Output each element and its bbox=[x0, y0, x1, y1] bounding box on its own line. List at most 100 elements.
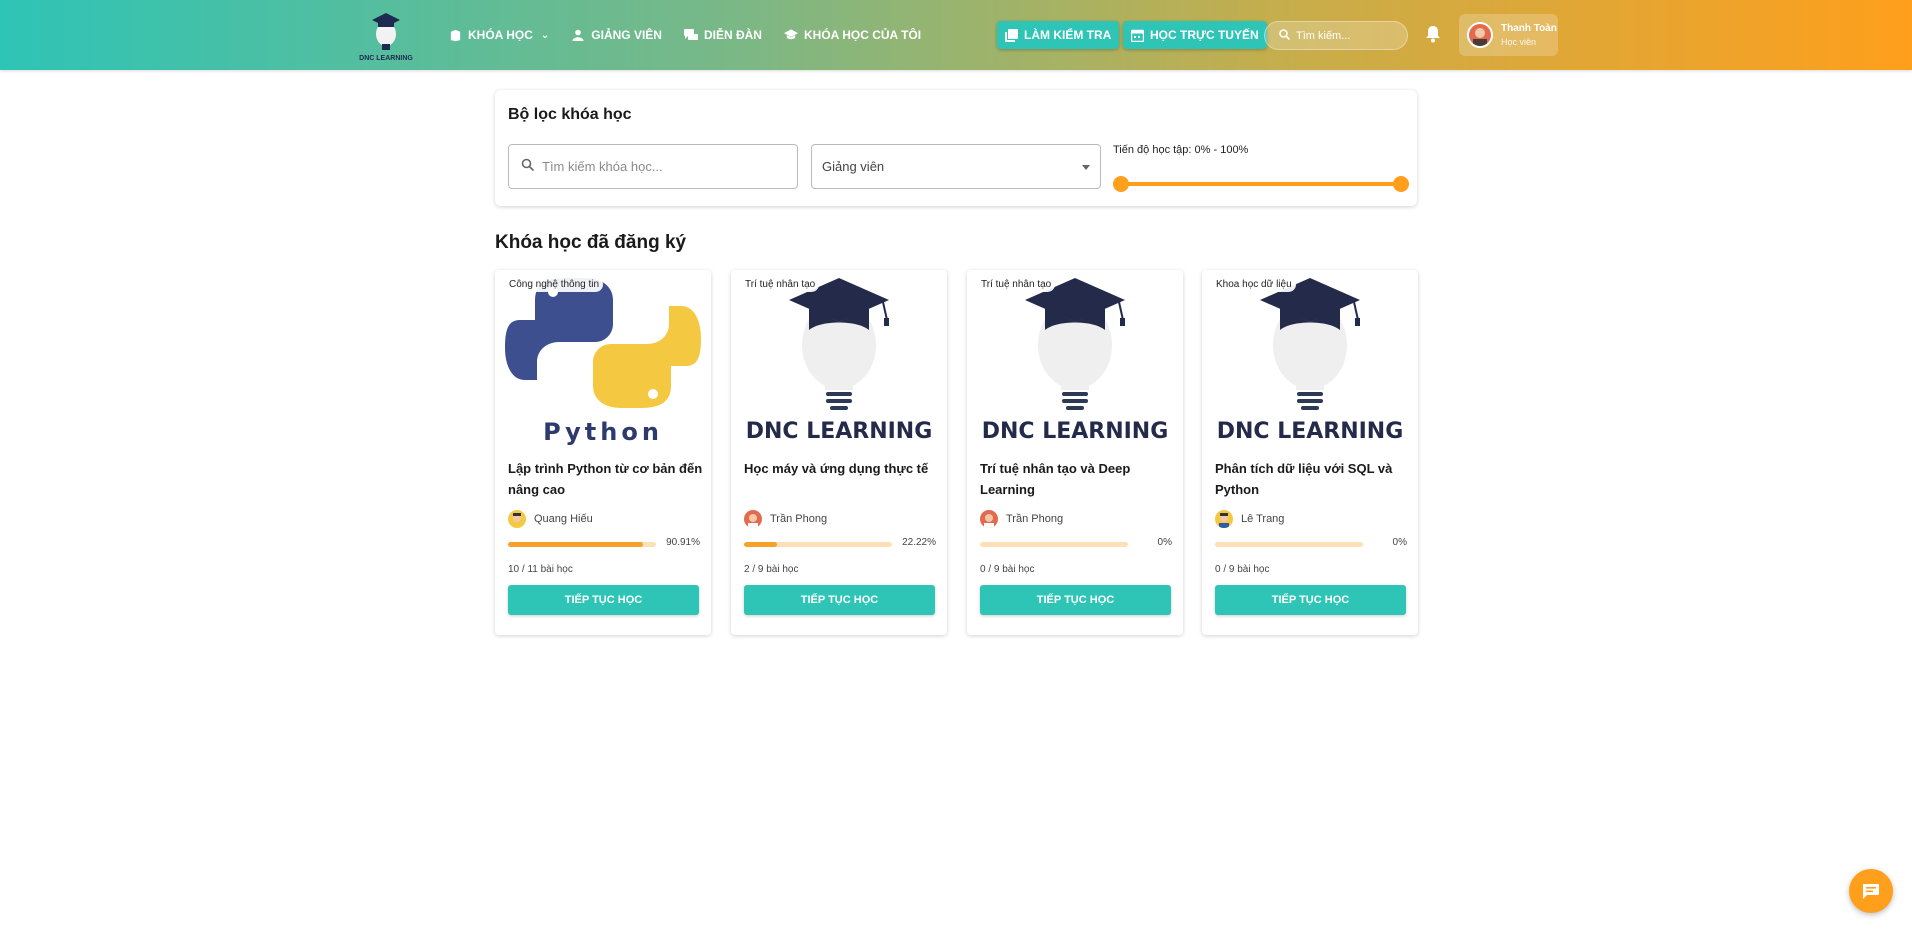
course-instructor: Quang Hiếu bbox=[508, 510, 593, 528]
instructor-avatar bbox=[744, 510, 762, 528]
lesson-count: 10 / 11 bài học bbox=[508, 564, 573, 575]
main-nav: KHÓA HỌC ⌄ GIẢNG VIÊN DIỄN ĐÀN KHÓA HỌC … bbox=[448, 0, 943, 70]
forum-icon bbox=[683, 28, 698, 42]
progress-percent: 0% bbox=[1157, 537, 1172, 548]
avatar bbox=[1467, 22, 1493, 48]
course-card[interactable]: DNC LEARNING Trí tuệ nhân tạo Học máy và… bbox=[731, 270, 947, 635]
nav-my-courses[interactable]: KHÓA HỌC CỦA TÔI bbox=[783, 28, 922, 42]
top-navbar: DNC LEARNING KHÓA HỌC ⌄ GIẢNG VIÊN DIỄN … bbox=[0, 0, 1912, 70]
course-card[interactable]: DNC LEARNING Trí tuệ nhân tạo Trí tuệ nh… bbox=[967, 270, 1183, 635]
course-thumbnail: DNC LEARNING bbox=[967, 270, 1183, 450]
python-logo-icon: Python bbox=[505, 278, 701, 446]
course-title[interactable]: Học máy và ứng dụng thực tế bbox=[744, 458, 940, 479]
slider-thumb-min[interactable] bbox=[1113, 176, 1129, 192]
thumbnail-text: DNC LEARNING bbox=[1217, 419, 1404, 444]
dnc-logo-icon: DNC LEARNING bbox=[1217, 278, 1404, 444]
take-test-label: LÀM KIỂM TRA bbox=[1024, 28, 1112, 42]
filter-title: Bộ lọc khóa học bbox=[508, 106, 632, 123]
progress-fill bbox=[744, 542, 777, 547]
course-thumbnail: Python bbox=[495, 270, 711, 450]
user-menu[interactable]: Thanh Toàn Học viên bbox=[1459, 14, 1558, 56]
user-role: Học viên bbox=[1501, 37, 1537, 47]
course-progress: 0% bbox=[1215, 537, 1407, 551]
nav-instructors-label: GIẢNG VIÊN bbox=[591, 28, 662, 42]
course-search-input[interactable] bbox=[542, 159, 782, 174]
lesson-count: 0 / 9 bài học bbox=[980, 564, 1035, 575]
bell-icon[interactable] bbox=[1425, 25, 1443, 45]
progress-range-slider[interactable] bbox=[1113, 176, 1409, 192]
progress-bar bbox=[980, 542, 1128, 547]
take-test-button[interactable]: LÀM KIỂM TRA bbox=[997, 21, 1120, 49]
continue-learning-button[interactable]: TIẾP TỤC HỌC bbox=[508, 585, 699, 615]
course-search-field[interactable] bbox=[508, 144, 798, 189]
progress-bar bbox=[744, 542, 892, 547]
category-badge: Trí tuệ nhân tạo bbox=[977, 277, 1056, 292]
continue-learning-button[interactable]: TIẾP TỤC HỌC bbox=[1215, 585, 1406, 615]
online-learning-label: HỌC TRỰC TUYẾN bbox=[1150, 28, 1259, 42]
dropdown-arrow-icon bbox=[1082, 165, 1090, 170]
instructor-avatar bbox=[1215, 510, 1233, 528]
category-badge: Công nghệ thông tin bbox=[505, 277, 604, 292]
user-name: Thanh Toàn bbox=[1501, 23, 1557, 34]
thumbnail-text: Python bbox=[543, 418, 663, 446]
nav-courses[interactable]: KHÓA HỌC ⌄ bbox=[448, 28, 549, 42]
online-learning-button[interactable]: HỌC TRỰC TUYẾN bbox=[1123, 21, 1267, 49]
chat-button[interactable] bbox=[1849, 869, 1893, 913]
nav-instructors[interactable]: GIẢNG VIÊN bbox=[571, 28, 662, 42]
nav-my-courses-label: KHÓA HỌC CỦA TÔI bbox=[803, 28, 922, 42]
course-instructor: Lê Trang bbox=[1215, 510, 1284, 528]
logo-text: DNC LEARNING bbox=[359, 55, 413, 62]
logo[interactable]: DNC LEARNING bbox=[358, 8, 414, 62]
instructor-name: Lê Trang bbox=[1241, 513, 1285, 525]
lesson-count: 2 / 9 bài học bbox=[744, 564, 799, 575]
logo-bulb-icon bbox=[372, 13, 400, 50]
thumbnail-text: DNC LEARNING bbox=[746, 419, 933, 444]
header-search-input[interactable] bbox=[1296, 29, 1396, 42]
search-icon bbox=[1279, 27, 1291, 45]
lesson-count: 0 / 9 bài học bbox=[1215, 564, 1270, 575]
chat-icon bbox=[1863, 883, 1879, 899]
instructor-name: Quang Hiếu bbox=[534, 513, 593, 525]
course-title[interactable]: Phân tích dữ liệu với SQL và Python bbox=[1215, 458, 1411, 500]
person-icon bbox=[571, 28, 585, 42]
course-card[interactable]: DNC LEARNING Khoa học dữ liệu Phân tích … bbox=[1202, 270, 1418, 635]
book-icon bbox=[448, 28, 462, 42]
course-progress: 22.22% bbox=[744, 537, 936, 551]
course-title[interactable]: Trí tuệ nhân tạo và Deep Learning bbox=[980, 458, 1176, 500]
dnc-logo-icon: DNC LEARNING bbox=[746, 278, 933, 444]
progress-range-label: Tiến độ học tập: 0% - 100% bbox=[1113, 144, 1249, 156]
course-instructor: Trần Phong bbox=[744, 510, 827, 528]
nav-courses-label: KHÓA HỌC bbox=[468, 28, 533, 42]
progress-bar bbox=[1215, 542, 1363, 547]
slider-thumb-max[interactable] bbox=[1393, 176, 1409, 192]
search-icon bbox=[521, 158, 535, 176]
category-badge: Trí tuệ nhân tạo bbox=[741, 277, 820, 292]
continue-learning-button[interactable]: TIẾP TỤC HỌC bbox=[980, 585, 1171, 615]
instructor-name: Trần Phong bbox=[1006, 513, 1064, 525]
dnc-logo-icon: DNC LEARNING bbox=[982, 278, 1168, 444]
instructor-avatar bbox=[508, 510, 526, 528]
course-filter-panel: Bộ lọc khóa học Giảng viên Tiến độ học t… bbox=[495, 90, 1417, 206]
course-instructor: Trần Phong bbox=[980, 510, 1063, 528]
instructor-select-value: Giảng viên bbox=[822, 159, 885, 174]
progress-percent: 22.22% bbox=[902, 537, 936, 548]
nav-forum-label: DIỄN ĐÀN bbox=[703, 28, 762, 42]
instructor-avatar bbox=[980, 510, 998, 528]
progress-fill bbox=[508, 542, 643, 547]
course-progress: 90.91% bbox=[508, 537, 700, 551]
course-title[interactable]: Lập trình Python từ cơ bản đến nâng cao bbox=[508, 458, 704, 500]
header-search[interactable] bbox=[1264, 21, 1408, 50]
instructor-name: Trần Phong bbox=[770, 513, 828, 525]
category-badge: Khoa học dữ liệu bbox=[1212, 277, 1296, 292]
continue-learning-button[interactable]: TIẾP TỤC HỌC bbox=[744, 585, 935, 615]
quiz-icon bbox=[1005, 28, 1018, 42]
course-card[interactable]: Python Công nghệ thông tin Lập trình Pyt… bbox=[495, 270, 711, 635]
nav-forum[interactable]: DIỄN ĐÀN bbox=[683, 28, 762, 42]
chevron-down-icon: ⌄ bbox=[540, 29, 550, 41]
school-icon bbox=[783, 28, 798, 42]
section-title: Khóa học đã đăng ký bbox=[495, 232, 687, 253]
slider-track bbox=[1121, 182, 1401, 186]
instructor-select[interactable]: Giảng viên bbox=[811, 144, 1101, 189]
course-thumbnail: DNC LEARNING bbox=[731, 270, 947, 450]
progress-bar bbox=[508, 542, 656, 547]
